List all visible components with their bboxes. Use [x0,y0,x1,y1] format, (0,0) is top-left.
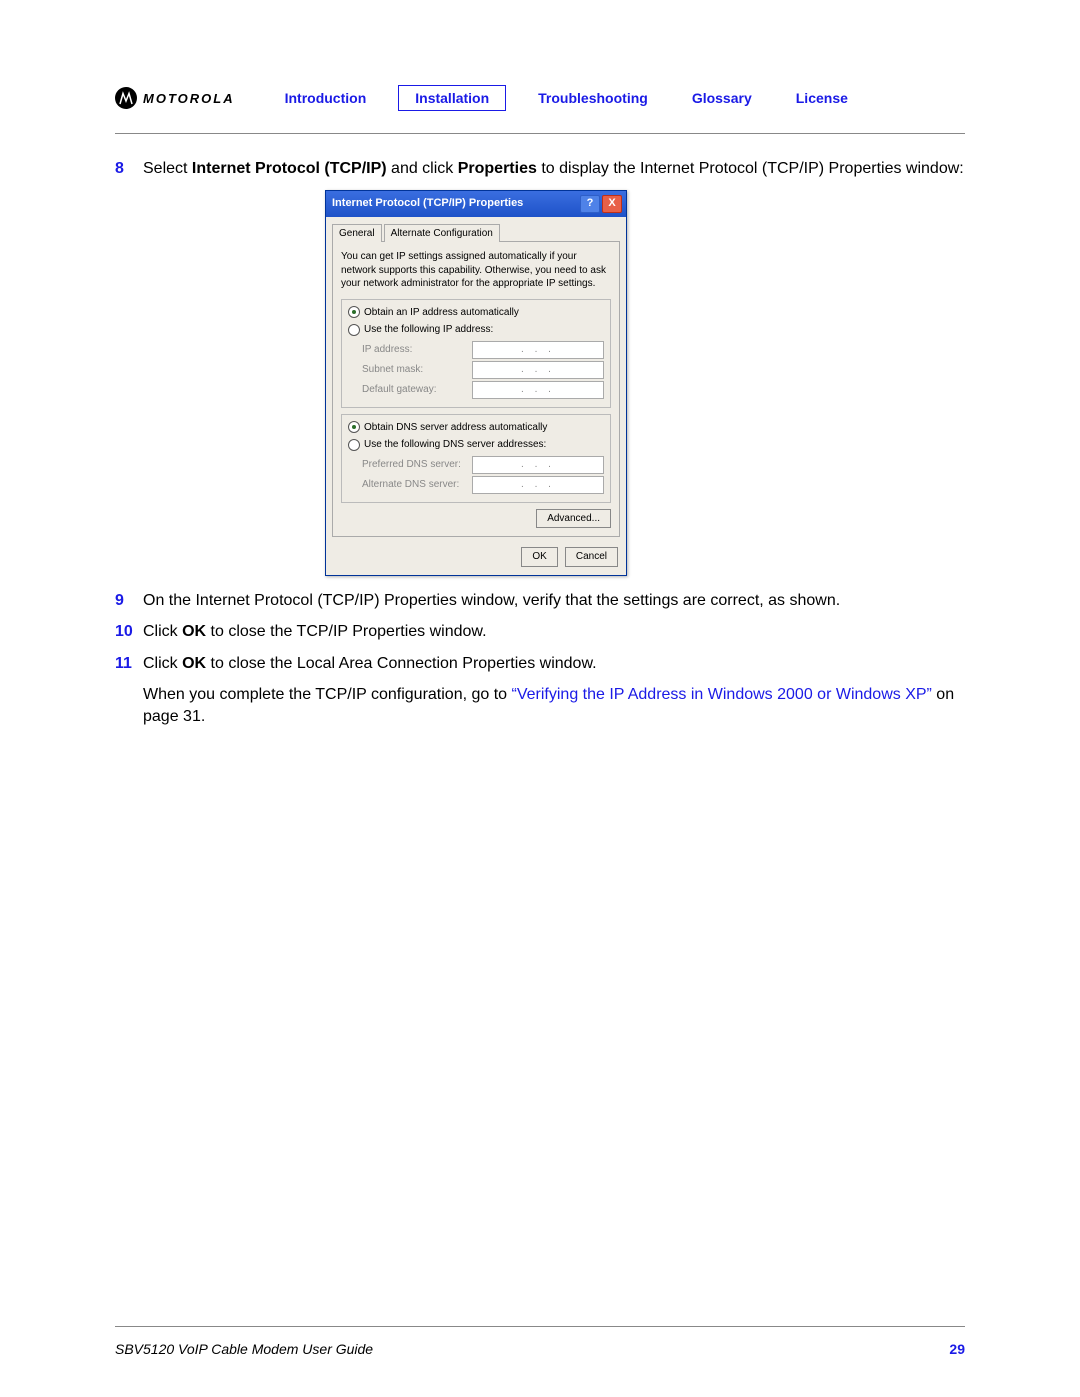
text: Click [143,655,182,672]
bold: Properties [458,160,537,177]
nav-troubleshooting[interactable]: Troubleshooting [526,86,660,110]
help-icon[interactable]: ? [580,195,600,213]
bold: OK [182,655,206,672]
brand-text: MOTOROLA [143,91,235,106]
radio-label: Use the following DNS server addresses: [364,438,546,452]
radio-icon [348,439,360,451]
final-paragraph: When you complete the TCP/IP configurati… [143,684,965,727]
radio-icon [348,306,360,318]
step-11: 11 Click OK to close the Local Area Conn… [115,653,965,675]
step-8: 8 Select Internet Protocol (TCP/IP) and … [115,158,965,180]
field-preferred-dns: Preferred DNS server: . . . [362,456,604,474]
text: to display the Internet Protocol (TCP/IP… [537,160,964,177]
page-footer: SBV5120 VoIP Cable Modem User Guide 29 [115,1341,965,1357]
radio-label: Obtain DNS server address automatically [364,421,547,435]
field-label: Subnet mask: [362,363,472,377]
footer-rule [115,1326,965,1327]
step-text: Select Internet Protocol (TCP/IP) and cl… [143,158,965,180]
preferred-dns-input[interactable]: . . . [472,456,604,474]
advanced-button[interactable]: Advanced... [536,509,611,529]
nav-installation[interactable]: Installation [398,85,506,111]
bold: OK [182,623,206,640]
field-ip-address: IP address: . . . [362,341,604,359]
radio-use-ip[interactable]: Use the following IP address: [348,323,604,337]
radio-label: Obtain an IP address automatically [364,306,519,320]
dialog-info-text: You can get IP settings assigned automat… [341,250,611,291]
text: Select [143,160,192,177]
step-number: 8 [115,158,143,180]
ip-group: Obtain an IP address automatically Use t… [341,299,611,408]
radio-icon [348,324,360,336]
dialog-tabs: General Alternate Configuration [332,223,620,242]
text: to close the TCP/IP Properties window. [206,623,486,640]
text: Click [143,623,182,640]
field-subnet-mask: Subnet mask: . . . [362,361,604,379]
step-number: 11 [115,653,143,675]
tab-pane-general: You can get IP settings assigned automat… [332,241,620,537]
ip-input[interactable]: . . . [472,341,604,359]
step-list: 8 Select Internet Protocol (TCP/IP) and … [115,158,965,728]
page-number: 29 [949,1341,965,1357]
dns-group: Obtain DNS server address automatically … [341,414,611,503]
step-10: 10 Click OK to close the TCP/IP Properti… [115,621,965,643]
text: to close the Local Area Connection Prope… [206,655,596,672]
field-label: Alternate DNS server: [362,478,472,492]
radio-label: Use the following IP address: [364,323,493,337]
bold: Internet Protocol (TCP/IP) [192,160,387,177]
dialog-titlebar: Internet Protocol (TCP/IP) Properties ? … [326,191,626,217]
radio-obtain-ip[interactable]: Obtain an IP address automatically [348,306,604,320]
field-label: Preferred DNS server: [362,458,472,472]
dialog-title: Internet Protocol (TCP/IP) Properties [332,196,578,211]
step-number: 10 [115,621,143,643]
radio-use-dns[interactable]: Use the following DNS server addresses: [348,438,604,452]
subnet-input[interactable]: . . . [472,361,604,379]
footer-title: SBV5120 VoIP Cable Modem User Guide [115,1341,949,1357]
close-icon[interactable]: X [602,195,622,213]
brand-logo: MOTOROLA [115,87,235,109]
page-header: MOTOROLA Introduction Installation Troub… [115,85,965,134]
motorola-icon [115,87,137,109]
cancel-button[interactable]: Cancel [565,547,618,567]
radio-obtain-dns[interactable]: Obtain DNS server address automatically [348,421,604,435]
tab-general[interactable]: General [332,224,382,243]
step-text: On the Internet Protocol (TCP/IP) Proper… [143,590,965,612]
gateway-input[interactable]: . . . [472,381,604,399]
field-label: Default gateway: [362,383,472,397]
verify-ip-link[interactable]: “Verifying the IP Address in Windows 200… [512,686,932,703]
dialog-button-row: OK Cancel [332,543,620,569]
step-9: 9 On the Internet Protocol (TCP/IP) Prop… [115,590,965,612]
nav-license[interactable]: License [784,86,860,110]
nav-glossary[interactable]: Glossary [680,86,764,110]
text: When you complete the TCP/IP configurati… [143,686,512,703]
nav-introduction[interactable]: Introduction [273,86,379,110]
step-number: 9 [115,590,143,612]
step-text: Click OK to close the Local Area Connect… [143,653,965,675]
tab-alternate-configuration[interactable]: Alternate Configuration [384,224,500,243]
step-text: Click OK to close the TCP/IP Properties … [143,621,965,643]
field-alternate-dns: Alternate DNS server: . . . [362,476,604,494]
dialog-body: General Alternate Configuration You can … [326,217,626,575]
radio-icon [348,421,360,433]
tcpip-properties-dialog: Internet Protocol (TCP/IP) Properties ? … [325,190,627,576]
field-default-gateway: Default gateway: . . . [362,381,604,399]
text: and click [387,160,458,177]
advanced-row: Advanced... [341,509,611,529]
alternate-dns-input[interactable]: . . . [472,476,604,494]
ok-button[interactable]: OK [521,547,557,567]
field-label: IP address: [362,343,472,357]
